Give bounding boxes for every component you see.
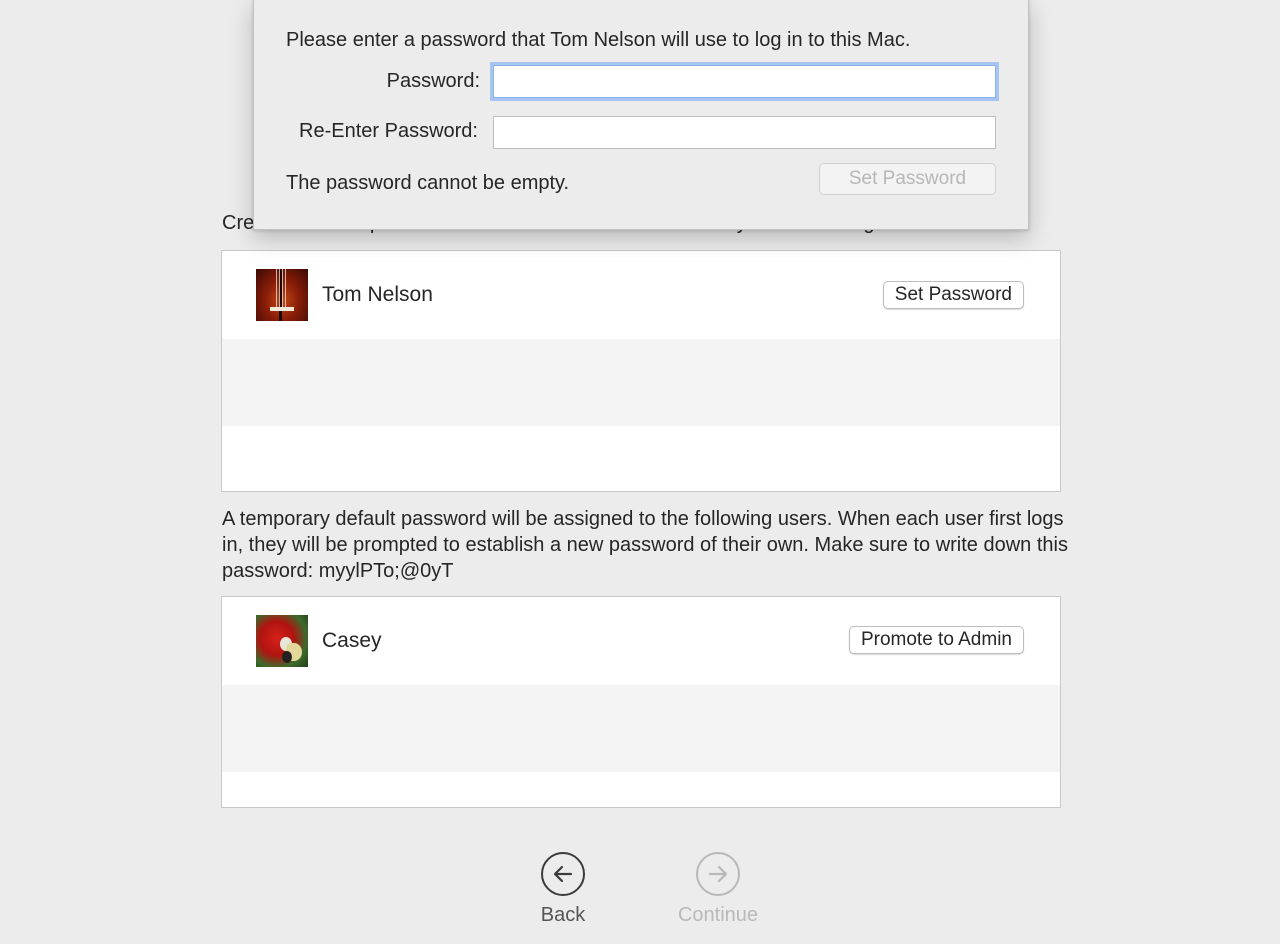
empty-row: [222, 685, 1060, 772]
empty-row: [222, 772, 1060, 807]
promote-to-admin-button[interactable]: Promote to Admin: [848, 626, 1024, 654]
arrow-left-circle-icon: [541, 852, 585, 896]
standard-users-list: Casey Promote to Admin: [221, 596, 1061, 808]
back-label: Back: [540, 904, 586, 926]
sheet-prompt: Please enter a password that Tom Nelson …: [286, 29, 911, 51]
back-button[interactable]: Back: [508, 852, 618, 927]
empty-row: [222, 426, 1060, 491]
empty-row: [222, 339, 1060, 426]
arrow-right-circle-icon: [696, 852, 740, 896]
violin-avatar: [256, 269, 308, 321]
reenter-password-label: Re-Enter Password:: [299, 120, 478, 142]
validation-message: The password cannot be empty.: [286, 172, 570, 194]
reenter-password-field[interactable]: [493, 116, 996, 149]
list-item-tom-nelson: Tom Nelson Set Password: [222, 251, 1060, 339]
temp-password-notice: A temporary default password will be ass…: [222, 508, 1068, 582]
continue-button[interactable]: Continue: [663, 852, 773, 927]
continue-label: Continue: [677, 904, 759, 926]
user-name: Casey: [322, 629, 382, 652]
list-item-casey: Casey Promote to Admin: [222, 597, 1060, 685]
password-label: Password:: [386, 70, 480, 92]
parrot-avatar: [256, 615, 308, 667]
sheet-set-password-button[interactable]: Set Password: [819, 163, 996, 195]
user-name: Tom Nelson: [322, 283, 433, 306]
password-field[interactable]: [493, 65, 996, 98]
admin-accounts-list: Tom Nelson Set Password: [221, 250, 1061, 492]
set-password-button[interactable]: Set Password: [882, 281, 1024, 309]
set-password-sheet: Please enter a password that Tom Nelson …: [253, 0, 1029, 230]
